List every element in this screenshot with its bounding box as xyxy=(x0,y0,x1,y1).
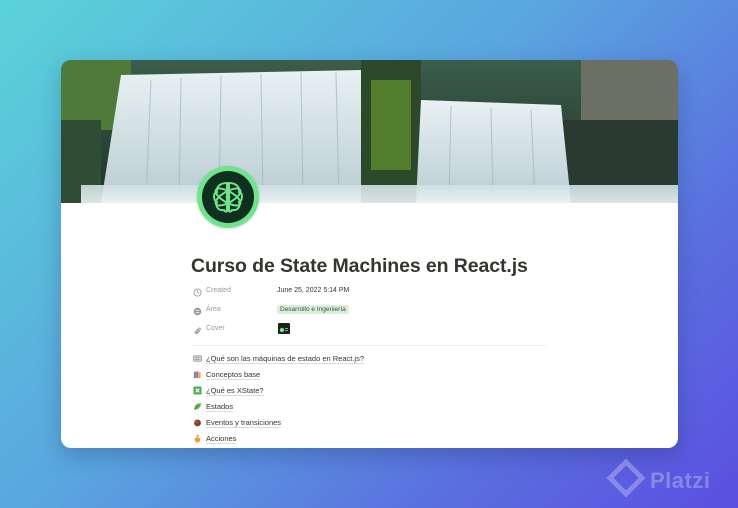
subpage-label[interactable]: ¿Qué son las máquinas de estado en React… xyxy=(206,354,365,364)
property-value: June 25, 2022 5:14 PM xyxy=(277,287,350,294)
property-cover[interactable]: Cover xyxy=(193,322,543,341)
subpage-label[interactable]: Conceptos base xyxy=(206,370,261,380)
platzi-logo-icon xyxy=(606,458,646,498)
keyboard-icon xyxy=(193,355,202,362)
attachment-icon xyxy=(194,327,201,335)
property-name: Área xyxy=(206,306,221,313)
cross-mark-icon xyxy=(193,386,202,395)
property-area[interactable]: Área Desarrollo e Ingeniería xyxy=(193,303,543,322)
property-created[interactable]: Created June 25, 2022 5:14 PM xyxy=(193,284,543,303)
subpage-label[interactable]: Acciones xyxy=(206,434,237,444)
pointing-down-icon xyxy=(194,434,201,443)
books-icon xyxy=(193,371,201,379)
divider xyxy=(193,345,547,346)
list-icon xyxy=(193,307,202,316)
property-name: Cover xyxy=(206,325,225,332)
subpage-label[interactable]: ¿Qué es XState? xyxy=(206,386,264,396)
area-tag[interactable]: Desarrollo e Ingeniería xyxy=(277,304,349,314)
chestnut-icon xyxy=(194,419,201,427)
watermark-text: Platzi xyxy=(650,468,711,493)
subpage-label[interactable]: Estados xyxy=(206,402,234,412)
notion-page-card: Curso de State Machines en React.js Crea… xyxy=(61,60,678,448)
cover-image[interactable] xyxy=(61,60,678,203)
page-properties: Created June 25, 2022 5:14 PM Área Desar… xyxy=(193,284,543,341)
subpage-label[interactable]: Eventos y transiciones xyxy=(206,418,282,428)
platzi-watermark: Platzi xyxy=(606,458,726,502)
property-name: Created xyxy=(206,287,231,294)
page-title[interactable]: Curso de State Machines en React.js xyxy=(191,255,528,278)
leaf-icon xyxy=(194,403,202,410)
clock-icon xyxy=(193,288,202,297)
cover-thumbnail[interactable] xyxy=(278,323,290,334)
brain-icon[interactable] xyxy=(197,166,259,228)
